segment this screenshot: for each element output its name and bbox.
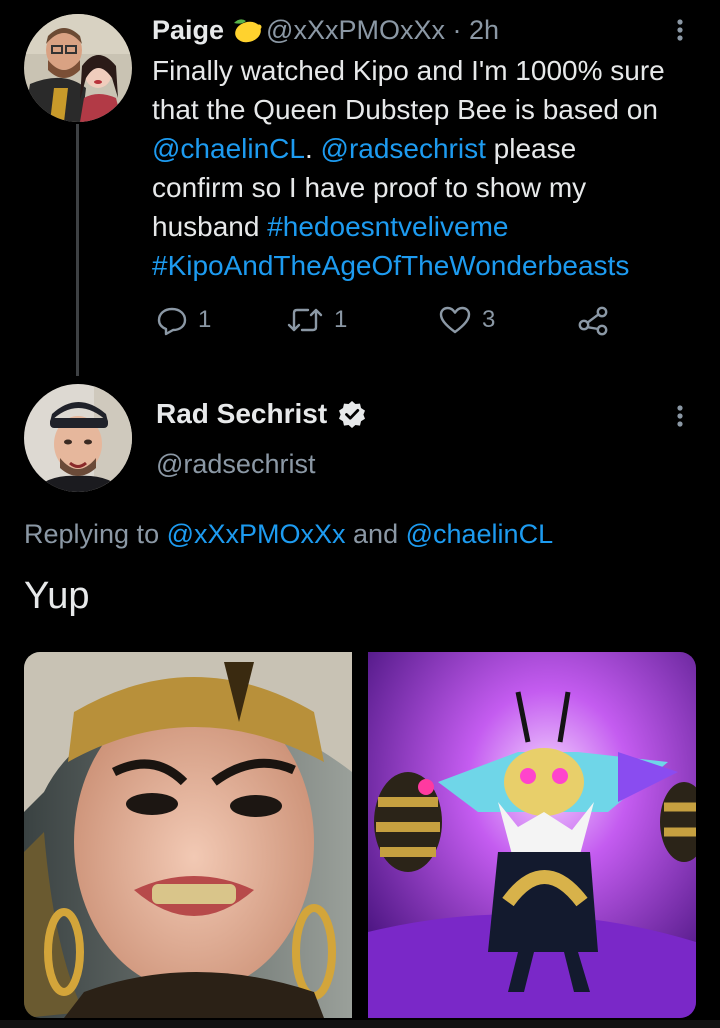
more-options-icon[interactable] — [670, 12, 690, 48]
attached-photo[interactable] — [368, 652, 696, 1018]
tweet-text-fragment: please — [485, 133, 577, 164]
bottom-edge — [0, 1020, 720, 1028]
more-options-icon[interactable] — [670, 396, 690, 436]
hashtag-link[interactable]: #KipoAndTheAgeOfTheWonderbeasts — [152, 250, 629, 281]
author-name[interactable]: Rad Sechrist — [156, 396, 327, 432]
tweet-text-line: that the Queen Dubstep Bee is based on — [152, 94, 658, 125]
verified-badge-icon — [339, 401, 366, 428]
replying-to-line: Replying to @xXxPMOxXx and @chaelinCL — [24, 516, 553, 552]
hashtag-link[interactable]: #hedoesntveliveme — [267, 211, 508, 242]
like-count: 3 — [482, 306, 496, 333]
author-name[interactable]: Paige — [152, 15, 224, 45]
parent-tweet: Paige @xXxPMOxXx · 2h Finally watched Kip… — [0, 0, 720, 376]
tweet-text-line: confirm so I have proof to show my — [152, 172, 587, 203]
retweet-button[interactable]: 1 — [286, 300, 347, 340]
avatar[interactable] — [24, 384, 132, 492]
tweet-header: Paige @xXxPMOxXx · 2h — [152, 12, 499, 52]
author-handle[interactable]: @xXxPMOxXx — [266, 15, 445, 45]
tweet-text-fragment: husband — [152, 211, 268, 242]
reply-count: 1 — [198, 306, 212, 333]
author-name-row: Rad Sechrist — [156, 396, 367, 432]
like-button[interactable]: 3 — [438, 300, 495, 340]
lemon-icon — [228, 15, 262, 52]
tweet-text-fragment: . — [304, 133, 321, 164]
thread-line — [76, 124, 79, 376]
mention-link[interactable]: @chaelinCL — [152, 133, 305, 164]
share-button[interactable] — [576, 300, 610, 340]
mention-link[interactable]: @radsechrist — [321, 133, 486, 164]
author-handle[interactable]: @radsechrist — [156, 446, 315, 482]
retweet-icon — [287, 308, 323, 332]
mention-link[interactable]: @xXxPMOxXx — [167, 519, 346, 549]
tweet-text: Finally watched Kipo and I'm 1000% sure … — [152, 51, 712, 285]
media-grid — [24, 652, 696, 1018]
replying-prefix: Replying to — [24, 519, 167, 549]
attached-photo[interactable] — [24, 652, 352, 1018]
retweet-count: 1 — [334, 306, 348, 333]
reply-button[interactable]: 1 — [156, 300, 211, 340]
heart-icon — [439, 306, 471, 334]
share-icon — [578, 306, 608, 336]
mention-link[interactable]: @chaelinCL — [406, 519, 554, 549]
separator-dot: · — [452, 15, 462, 45]
replying-and: and — [345, 519, 406, 549]
reply-icon — [157, 307, 187, 336]
tweet-text-line: Finally watched Kipo and I'm 1000% sure — [152, 55, 665, 86]
timestamp[interactable]: 2h — [469, 15, 499, 45]
tweet-text: Yup — [24, 575, 90, 617]
tweet-actions: 1 1 3 — [152, 300, 632, 340]
avatar[interactable] — [24, 14, 132, 122]
